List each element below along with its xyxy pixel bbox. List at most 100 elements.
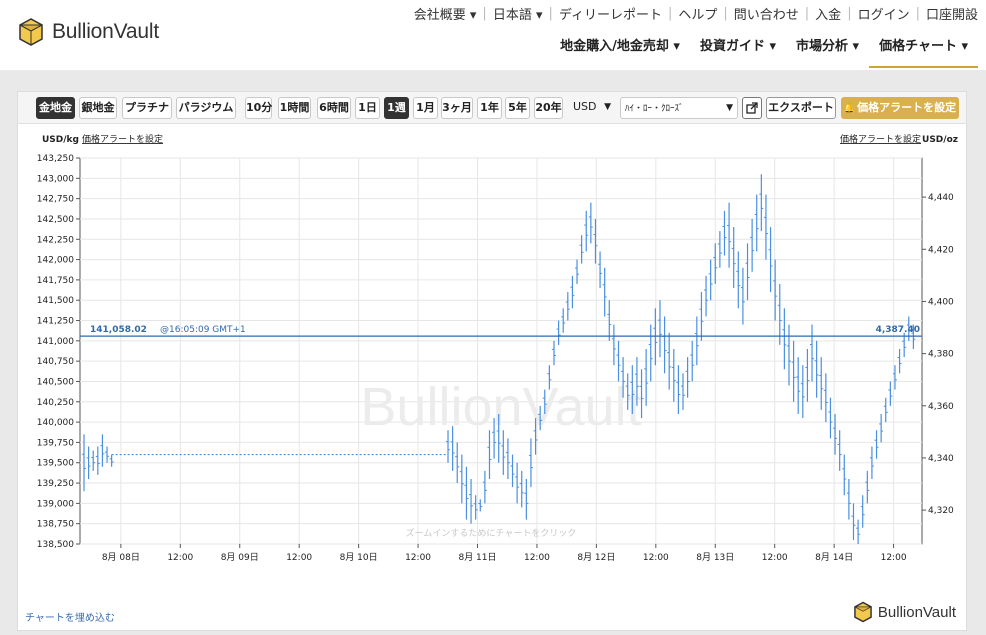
zoom-hint: ズームインするためにチャートをクリック — [406, 527, 577, 539]
current-price-left: 141,058.02 — [90, 325, 147, 335]
x-tick-label: 8月 12日 — [577, 552, 615, 563]
nav-separator: | — [723, 6, 728, 21]
x-tick-label: 12:00 — [405, 553, 431, 563]
chart-style-value: ﾊｲ・ﾛｰ・ｸﾛｰｽﾞ — [625, 104, 684, 114]
x-tick-label: 8月 13日 — [696, 552, 734, 563]
set-price-alert-button[interactable]: 🔔 価格アラートを設定 — [841, 97, 959, 119]
y-right-tick-label: 4,380 — [928, 350, 954, 360]
export-button[interactable]: エクスポート — [766, 97, 836, 119]
x-tick-label: 12:00 — [881, 553, 907, 563]
y-right-tick-label: 4,340 — [928, 454, 954, 464]
range-button[interactable]: 1時間 — [278, 97, 311, 119]
x-tick-label: 8月 10日 — [340, 552, 378, 563]
price-chart[interactable]: 143,250 143,000 142,750 142,500 142,250 142,0… — [18, 125, 966, 630]
footer-logo: BullionVault — [852, 601, 956, 623]
x-tick-label: 8月 14日 — [815, 552, 853, 563]
main-nav-item[interactable]: 市場分析 ▾ — [786, 38, 869, 68]
bell-icon: 🔔 — [843, 104, 856, 114]
y-left-tick-label: 142,250 — [37, 235, 74, 245]
footer-brand-name: BullionVault — [877, 603, 956, 621]
embed-chart-link[interactable]: チャートを埋め込む — [25, 609, 115, 624]
top-nav-item[interactable]: ログイン — [858, 4, 910, 23]
x-tick-label: 12:00 — [524, 553, 550, 563]
y-right-tick-label: 4,420 — [928, 245, 954, 255]
y-right-tick-label: 4,320 — [928, 506, 954, 516]
top-nav-item[interactable]: 入金 — [815, 4, 841, 23]
x-tick-label: 12:00 — [286, 553, 312, 563]
range-button[interactable]: 1年 — [477, 97, 502, 119]
y-left-tick-label: 141,250 — [37, 317, 74, 327]
popout-button[interactable] — [742, 97, 762, 119]
y-left-tick-label: 143,000 — [37, 174, 74, 184]
y-left-tick-label: 138,500 — [37, 540, 74, 550]
x-tick-label: 12:00 — [643, 553, 669, 563]
brand-name: BullionVault — [52, 20, 159, 43]
plot-area — [79, 157, 923, 545]
x-tick-label: 8月 09日 — [221, 552, 259, 563]
y-left-tick-label: 142,000 — [37, 256, 74, 266]
range-button[interactable]: 10分 — [245, 97, 272, 119]
metal-button[interactable]: パラジウム — [176, 97, 236, 119]
current-price-right: 4,387.40 — [876, 325, 920, 335]
y-left-tick-label: 138,750 — [37, 520, 74, 530]
y-left-tick-label: 139,500 — [37, 459, 74, 469]
left-unit-label: USD/kg — [42, 135, 79, 145]
x-tick-label: 12:00 — [167, 553, 193, 563]
range-button[interactable]: 1日 — [355, 97, 380, 119]
y-left-tick-label: 140,500 — [37, 377, 74, 387]
y-right-tick-label: 4,400 — [928, 297, 954, 307]
currency-value: USD — [573, 100, 597, 113]
main-nav-item[interactable]: 地金購入/地金売却 ▾ — [550, 38, 690, 68]
y-right-tick-label: 4,440 — [928, 193, 954, 203]
nav-separator: | — [482, 6, 487, 21]
chart-toolbar: 金地金 銀地金 プラチナ パラジウム 10分 1時間 6時間 1日 1週 1月 3ヶ月 1年 5年 20年… — [18, 92, 966, 124]
y-left-tick-label: 140,750 — [37, 357, 74, 367]
chevron-down-icon: ▼ — [726, 103, 733, 113]
x-tick-label: 8月 11日 — [458, 552, 496, 563]
left-alert-link[interactable]: 価格アラートを設定 — [82, 133, 163, 145]
brand-logo[interactable]: BullionVault — [16, 17, 159, 47]
nav-separator: | — [847, 6, 852, 21]
metal-button[interactable]: プラチナ — [122, 97, 172, 119]
y-left-tick-label: 143,250 — [37, 154, 74, 164]
y-left-tick-label: 141,000 — [37, 337, 74, 347]
y-left-tick-label: 140,000 — [37, 418, 74, 428]
range-button[interactable]: 5年 — [505, 97, 530, 119]
bullionvault-logo-icon — [854, 601, 872, 623]
top-nav-item[interactable]: 問い合わせ — [734, 4, 799, 23]
x-tick-label: 12:00 — [762, 553, 788, 563]
top-nav-item[interactable]: 口座開設 — [926, 4, 978, 23]
y-left-tick-label: 141,750 — [37, 276, 74, 286]
main-nav-item[interactable]: 価格チャート ▾ — [869, 38, 978, 68]
top-nav-item[interactable]: 会社概要 ▾ — [414, 4, 477, 23]
currency-select[interactable]: USD ▼ — [569, 97, 615, 119]
chart-style-select[interactable]: ﾊｲ・ﾛｰ・ｸﾛｰｽﾞ ▼ — [620, 97, 738, 119]
top-nav-item[interactable]: 日本語 ▾ — [493, 4, 543, 23]
range-button[interactable]: 3ヶ月 — [441, 97, 473, 119]
range-button[interactable]: 1月 — [413, 97, 438, 119]
y-left-tick-label: 142,750 — [37, 195, 74, 205]
range-button[interactable]: 20年 — [534, 97, 563, 119]
range-button[interactable]: 1週 — [384, 97, 409, 119]
y-right-tick-label: 4,360 — [928, 402, 954, 412]
top-nav-item[interactable]: ヘルプ — [678, 4, 717, 23]
y-left-tick-label: 139,250 — [37, 479, 74, 489]
main-nav-item[interactable]: 投資ガイド ▾ — [690, 38, 786, 68]
x-tick-label: 8月 08日 — [102, 552, 140, 563]
top-nav-item[interactable]: ディリーレポート — [559, 4, 662, 23]
range-button[interactable]: 6時間 — [317, 97, 351, 119]
nav-separator: | — [667, 6, 673, 21]
y-left-tick-label: 139,750 — [37, 438, 74, 448]
metal-button[interactable]: 金地金 — [36, 97, 75, 119]
metal-button[interactable]: 銀地金 — [79, 97, 117, 119]
right-unit-label: USD/oz — [922, 135, 958, 145]
chart-panel: 金地金 銀地金 プラチナ パラジウム 10分 1時間 6時間 1日 1週 1月 3ヶ月 1年 5年 20年… — [17, 91, 967, 631]
nav-separator: | — [804, 6, 810, 21]
current-price-time: @16:05:09 GMT+1 — [160, 325, 246, 335]
external-link-icon — [746, 102, 758, 114]
site-header: BullionVault 会社概要 ▾ | 日本語 ▾ | ディリーレポート | ヘルプ | 問… — [0, 0, 986, 70]
right-alert-link[interactable]: 価格アラートを設定 — [840, 133, 921, 145]
y-left-tick-label: 139,000 — [37, 499, 74, 509]
nav-separator: | — [915, 6, 920, 21]
chart-watermark: BullionVault — [360, 377, 641, 437]
